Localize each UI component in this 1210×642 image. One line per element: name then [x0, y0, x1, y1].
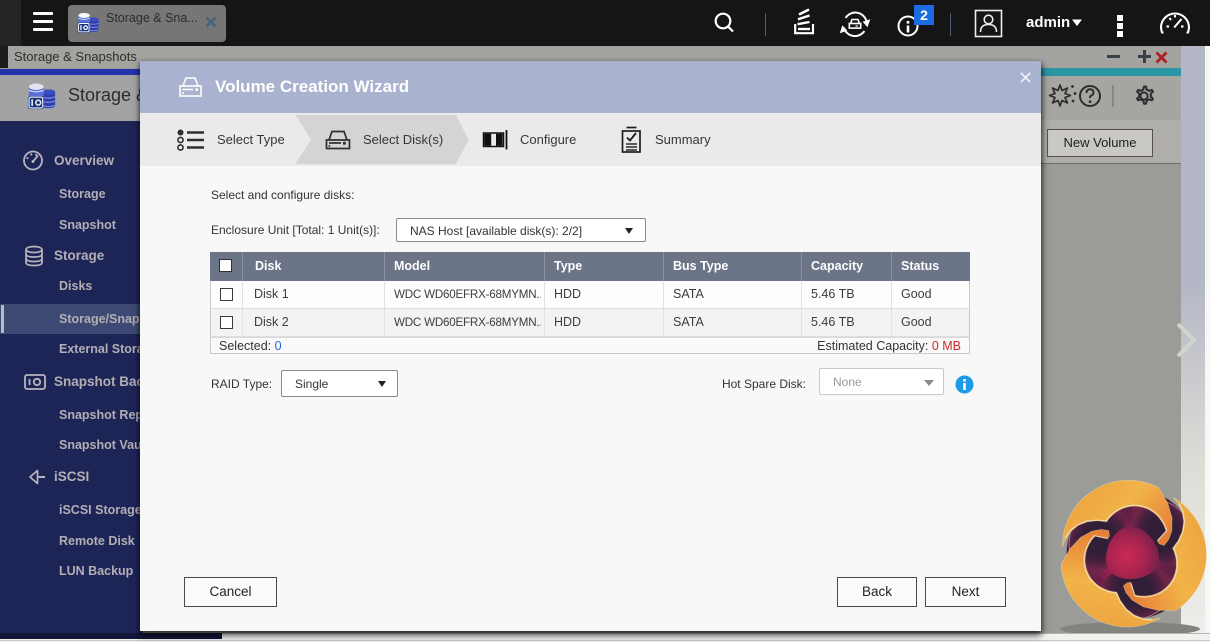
svg-text:2: 2 [920, 7, 928, 23]
